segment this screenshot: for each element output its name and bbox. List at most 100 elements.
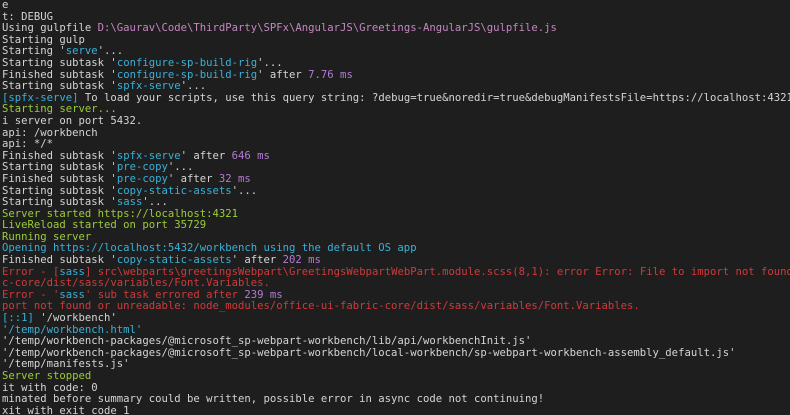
terminal-text-segment: '... xyxy=(142,197,168,209)
terminal-text-segment: 32 ms xyxy=(218,173,251,185)
terminal-text-segment: '... xyxy=(97,46,124,58)
terminal-text-segment: [spfx-serve] xyxy=(2,92,79,104)
terminal-text-segment: configure-sp-build-rig xyxy=(116,69,258,81)
terminal-text-segment: Using gulpfile xyxy=(2,23,98,35)
terminal-text-segment: configure-sp-build-rig xyxy=(116,57,258,69)
terminal-text-segment: Finished subtask ' xyxy=(2,69,117,81)
terminal-text-segment: copy-static-assets xyxy=(116,255,232,267)
terminal-text-segment: 239 ms xyxy=(244,289,283,301)
terminal-text-segment: Starting subtask ' xyxy=(2,162,117,174)
terminal-text-segment: '/temp/manifests.js' xyxy=(2,359,130,371)
terminal-text-segment: Finished subtask ' xyxy=(2,150,117,162)
terminal-text-segment: Starting subtask ' xyxy=(2,81,117,93)
terminal-text-segment: '/temp/workbench-packages/@microsoft_sp-… xyxy=(2,336,532,348)
terminal-line: Starting subtask 'pre-copy'... xyxy=(2,162,790,174)
terminal-text-segment: '... xyxy=(180,81,207,93)
terminal-line: Opening https://localhost:5432/workbench… xyxy=(2,243,790,255)
terminal-text-segment: Opening https://localhost:5432/workbench… xyxy=(2,243,417,255)
terminal-text-segment: ] src\webparts\greetingsWebpart\Greeting… xyxy=(84,266,790,278)
terminal-text-segment: Error - xyxy=(2,266,54,278)
terminal-text-segment: LiveReload started on port 35729 xyxy=(2,220,207,232)
terminal-line: Starting subtask 'configure-sp-build-rig… xyxy=(2,58,790,70)
terminal-text-segment: Server started https://localhost:4321 xyxy=(2,208,238,220)
terminal-text-segment: Starting ' xyxy=(2,46,66,58)
terminal-text-segment: api: */* xyxy=(2,139,54,151)
terminal-text-segment: pre-copy xyxy=(116,173,168,185)
terminal-line: api: /workbench xyxy=(2,128,790,140)
terminal-line: c-core/dist/sass/variables/Font.Variable… xyxy=(2,278,790,290)
terminal-text-segment: e xyxy=(2,0,9,11)
terminal-text-segment: port not found or unreadable: node_modul… xyxy=(2,301,640,313)
terminal-text-segment: sass xyxy=(59,289,85,301)
terminal-text-segment: Finished subtask ' xyxy=(2,255,117,267)
terminal-text-segment: Error - xyxy=(2,289,54,301)
terminal-line: Running server xyxy=(2,232,790,244)
terminal-line: Server stopped xyxy=(2,371,790,383)
terminal-text-segment: xit with exit code 1 xyxy=(2,405,130,415)
terminal-line: '/temp/workbench.html' xyxy=(2,325,790,337)
terminal-line: xit with exit code 1 xyxy=(2,406,790,415)
terminal-text-segment: i server on port 5432. xyxy=(2,115,143,127)
terminal-text-segment: Starting subtask ' xyxy=(2,197,117,209)
terminal-text-segment: '... xyxy=(231,185,258,197)
terminal-text-segment: copy-static-assets xyxy=(116,185,232,197)
terminal-line: Starting server... xyxy=(2,104,790,116)
terminal-text-segment: pre-copy xyxy=(116,162,168,174)
terminal-text-segment: Running server xyxy=(2,231,92,243)
terminal-line: Starting subtask 'spfx-serve'... xyxy=(2,81,790,93)
terminal-line: i server on port 5432. xyxy=(2,116,790,128)
terminal-line: Starting 'serve'... xyxy=(2,46,790,58)
terminal-line: Using gulpfile D:\Gaurav\Code\ThirdParty… xyxy=(2,23,790,35)
terminal-line: LiveReload started on port 35729 xyxy=(2,220,790,232)
terminal-text-segment: ' sub task errored after xyxy=(84,289,245,301)
terminal-text-segment: Finished subtask ' xyxy=(2,173,117,185)
terminal-line: Starting gulp xyxy=(2,35,790,47)
terminal-text-segment: '/temp/workbench-packages/@microsoft_sp-… xyxy=(2,347,736,359)
terminal-output[interactable]: e t: DEBUG Using gulpfile D:\Gaurav\Code\T… xyxy=(0,0,790,415)
terminal-text-segment: ' after xyxy=(231,255,283,267)
terminal-line: [::1] '/workbench' xyxy=(2,313,790,325)
terminal-text-segment: [::1] xyxy=(2,313,41,325)
terminal-line: Error - [sass] src\webparts\greetingsWeb… xyxy=(2,267,790,279)
terminal-line: '/temp/workbench-packages/@microsoft_sp-… xyxy=(2,348,790,360)
terminal-line: Error - 'sass' sub task errored after 23… xyxy=(2,290,790,302)
terminal-text-segment: 646 ms xyxy=(231,150,270,162)
terminal-line: t: DEBUG xyxy=(2,12,790,24)
terminal-line: Starting subtask 'copy-static-assets'... xyxy=(2,186,790,198)
terminal-text-segment: ' after xyxy=(257,69,309,81)
terminal-line: Server started https://localhost:4321 xyxy=(2,209,790,221)
terminal-line: Finished subtask 'copy-static-assets' af… xyxy=(2,255,790,267)
terminal-line: it with code: 0 xyxy=(2,383,790,395)
terminal-text-segment: To load your scripts, use this query str… xyxy=(78,92,372,104)
terminal-text-segment: '/temp/workbench.html' xyxy=(2,324,143,336)
terminal-text-segment: Server stopped xyxy=(2,371,92,382)
terminal-text-segment: 7.76 ms xyxy=(308,69,353,81)
terminal-text-segment: c-core/dist/sass/variables/Font.Variable… xyxy=(2,278,270,290)
terminal-line: Finished subtask 'pre-copy' after 32 ms xyxy=(2,174,790,186)
terminal-text-segment: D:\Gaurav\Code\ThirdParty\SPFx\AngularJS… xyxy=(97,23,557,35)
terminal-text-segment: ?debug=true&noredir=true&debugManifestsF… xyxy=(371,92,790,104)
terminal-line: Finished subtask 'configure-sp-build-rig… xyxy=(2,70,790,82)
terminal-text-segment: ' after xyxy=(180,150,232,162)
terminal-line: Starting subtask 'sass'... xyxy=(2,197,790,209)
terminal-line: Finished subtask 'spfx-serve' after 646 … xyxy=(2,151,790,163)
terminal-line: minated before summary could be written,… xyxy=(2,394,790,406)
terminal-text-segment: Starting subtask ' xyxy=(2,185,117,197)
terminal-line: api: */* xyxy=(2,139,790,151)
terminal-text-segment: ' after xyxy=(167,173,219,185)
terminal-line: '/temp/workbench-packages/@microsoft_sp-… xyxy=(2,336,790,348)
terminal-text-segment: Starting subtask ' xyxy=(2,57,117,69)
terminal-line: port not found or unreadable: node_modul… xyxy=(2,301,790,313)
terminal-line: e xyxy=(2,0,790,12)
terminal-text-segment: spfx-serve xyxy=(116,150,181,162)
terminal-text-segment: sass xyxy=(116,197,143,209)
terminal-text-segment: '... xyxy=(167,162,194,174)
terminal-text-segment: '... xyxy=(257,57,283,69)
terminal-text-segment: Starting server... xyxy=(2,104,117,116)
terminal-line: '/temp/manifests.js' xyxy=(2,359,790,371)
terminal-text-segment: api: /workbench xyxy=(2,127,98,139)
terminal-text-segment: sass xyxy=(59,266,85,278)
terminal-text-segment: 202 ms xyxy=(282,255,321,267)
terminal-text-segment: serve xyxy=(65,46,98,58)
terminal-text-segment: it with code: 0 xyxy=(2,382,98,394)
